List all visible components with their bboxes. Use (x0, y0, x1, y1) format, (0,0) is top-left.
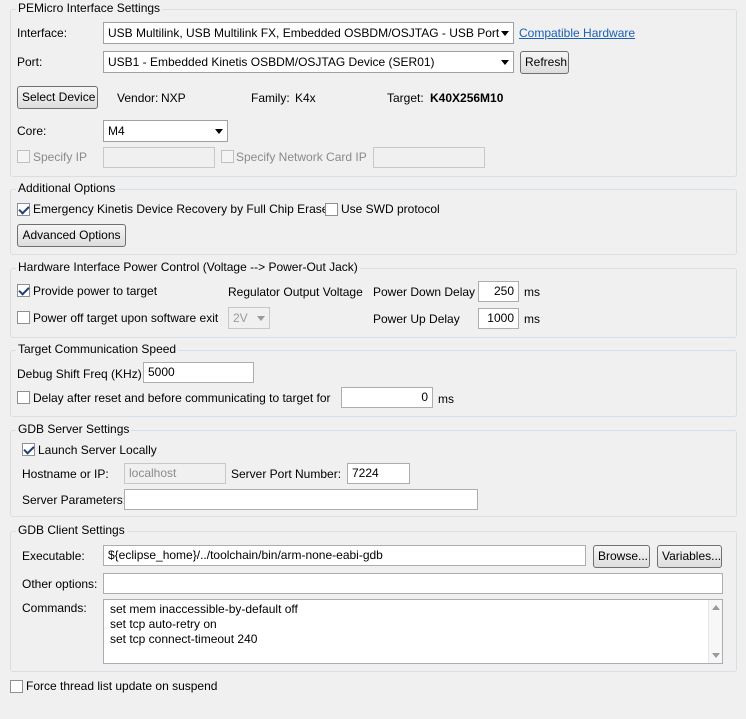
provide-power-label: Provide power to target (33, 284, 158, 298)
power-control-title: Hardware Interface Power Control (Voltag… (16, 260, 360, 274)
launch-server-checkbox[interactable] (22, 443, 35, 456)
core-select[interactable]: M4 (103, 120, 228, 142)
emergency-recovery-checkbox[interactable] (17, 203, 30, 216)
advanced-options-button[interactable]: Advanced Options (17, 224, 126, 247)
core-select-value: M4 (108, 124, 125, 138)
interface-select[interactable]: USB Multilink, USB Multilink FX, Embedde… (103, 22, 514, 44)
command-line: set tcp auto-retry on (110, 617, 217, 631)
port-select[interactable]: USB1 - Embedded Kinetis OSBDM/OSJTAG Dev… (103, 51, 514, 73)
debug-shift-freq-label: Debug Shift Freq (KHz) (17, 367, 142, 381)
power-down-delay-input[interactable]: 250 (478, 281, 519, 302)
chevron-down-icon (215, 129, 223, 134)
specify-network-input[interactable] (373, 147, 485, 168)
regulator-voltage-label: Regulator Output Voltage (228, 285, 363, 299)
interface-label: Interface: (17, 26, 68, 40)
commands-textarea[interactable]: set mem inaccessible-by-default off set … (103, 599, 723, 664)
commands-scrollbar[interactable] (708, 600, 722, 663)
specify-ip-input[interactable] (103, 147, 215, 168)
executable-label: Executable: (22, 549, 85, 563)
vendor-label: Vendor: (117, 91, 159, 105)
server-port-label: Server Port Number: (231, 467, 342, 481)
force-thread-update-checkbox[interactable] (10, 680, 23, 693)
vendor-value: NXP (161, 91, 186, 105)
power-off-label: Power off target upon software exit (33, 311, 219, 325)
browse-button[interactable]: Browse... (593, 545, 650, 568)
gdb-client-title: GDB Client Settings (16, 523, 127, 537)
chevron-down-icon (257, 316, 265, 321)
delay-after-reset-label: Delay after reset and before communicati… (33, 391, 331, 405)
specify-ip-checkbox[interactable] (17, 150, 30, 163)
voltage-select[interactable]: 2V (228, 307, 270, 329)
target-label: Target: (387, 91, 424, 105)
power-control-group (10, 268, 737, 338)
pemicro-settings-title: PEMicro Interface Settings (16, 1, 163, 15)
delay-unit: ms (438, 392, 454, 406)
debug-shift-freq-input[interactable]: 5000 (143, 362, 254, 383)
power-up-unit: ms (524, 312, 540, 326)
compatible-hardware-link[interactable]: Compatible Hardware (519, 25, 635, 41)
comm-speed-title: Target Communication Speed (16, 342, 179, 356)
chevron-down-icon (501, 60, 509, 65)
chevron-down-icon (501, 31, 509, 36)
force-thread-update-label: Force thread list update on suspend (26, 679, 218, 693)
server-params-label: Server Parameters: (22, 493, 127, 507)
select-device-button[interactable]: Select Device (17, 86, 98, 109)
power-up-delay-label: Power Up Delay (373, 312, 460, 326)
scroll-up-icon[interactable] (712, 605, 720, 610)
family-value: K4x (295, 91, 316, 105)
power-up-delay-input[interactable]: 1000 (478, 308, 519, 329)
delay-after-reset-checkbox[interactable] (17, 391, 30, 404)
specify-network-checkbox[interactable] (221, 150, 234, 163)
power-off-checkbox[interactable] (17, 311, 30, 324)
gdb-server-title: GDB Server Settings (16, 422, 132, 436)
specify-network-label: Specify Network Card IP (236, 150, 367, 164)
provide-power-checkbox[interactable] (17, 284, 30, 297)
use-swd-label: Use SWD protocol (341, 202, 440, 216)
hostname-input[interactable]: localhost (124, 463, 226, 484)
server-port-input[interactable]: 7224 (347, 463, 410, 484)
hostname-label: Hostname or IP: (22, 467, 109, 481)
port-select-value: USB1 - Embedded Kinetis OSBDM/OSJTAG Dev… (108, 55, 435, 69)
server-params-input[interactable] (124, 489, 478, 510)
command-line: set tcp connect-timeout 240 (110, 632, 258, 646)
interface-select-value: USB Multilink, USB Multilink FX, Embedde… (108, 26, 500, 40)
family-label: Family: (251, 91, 290, 105)
target-value: K40X256M10 (430, 91, 504, 105)
scroll-down-icon[interactable] (712, 653, 720, 658)
delay-after-reset-input[interactable]: 0 (341, 387, 433, 408)
commands-label: Commands: (22, 601, 87, 615)
emergency-recovery-label: Emergency Kinetis Device Recovery by Ful… (33, 202, 329, 216)
other-options-input[interactable] (103, 573, 723, 594)
use-swd-checkbox[interactable] (325, 203, 338, 216)
core-label: Core: (17, 124, 47, 138)
power-down-unit: ms (524, 285, 540, 299)
additional-options-title: Additional Options (16, 181, 118, 195)
port-label: Port: (17, 55, 43, 69)
voltage-select-value: 2V (233, 311, 248, 325)
launch-server-label: Launch Server Locally (38, 443, 157, 457)
other-options-label: Other options: (22, 577, 98, 591)
executable-input[interactable]: ${eclipse_home}/../toolchain/bin/arm-non… (103, 545, 586, 566)
specify-ip-label: Specify IP (33, 150, 88, 164)
refresh-button[interactable]: Refresh (520, 51, 569, 74)
power-down-delay-label: Power Down Delay (373, 285, 476, 299)
variables-button[interactable]: Variables... (657, 545, 722, 568)
command-line: set mem inaccessible-by-default off (110, 602, 298, 616)
